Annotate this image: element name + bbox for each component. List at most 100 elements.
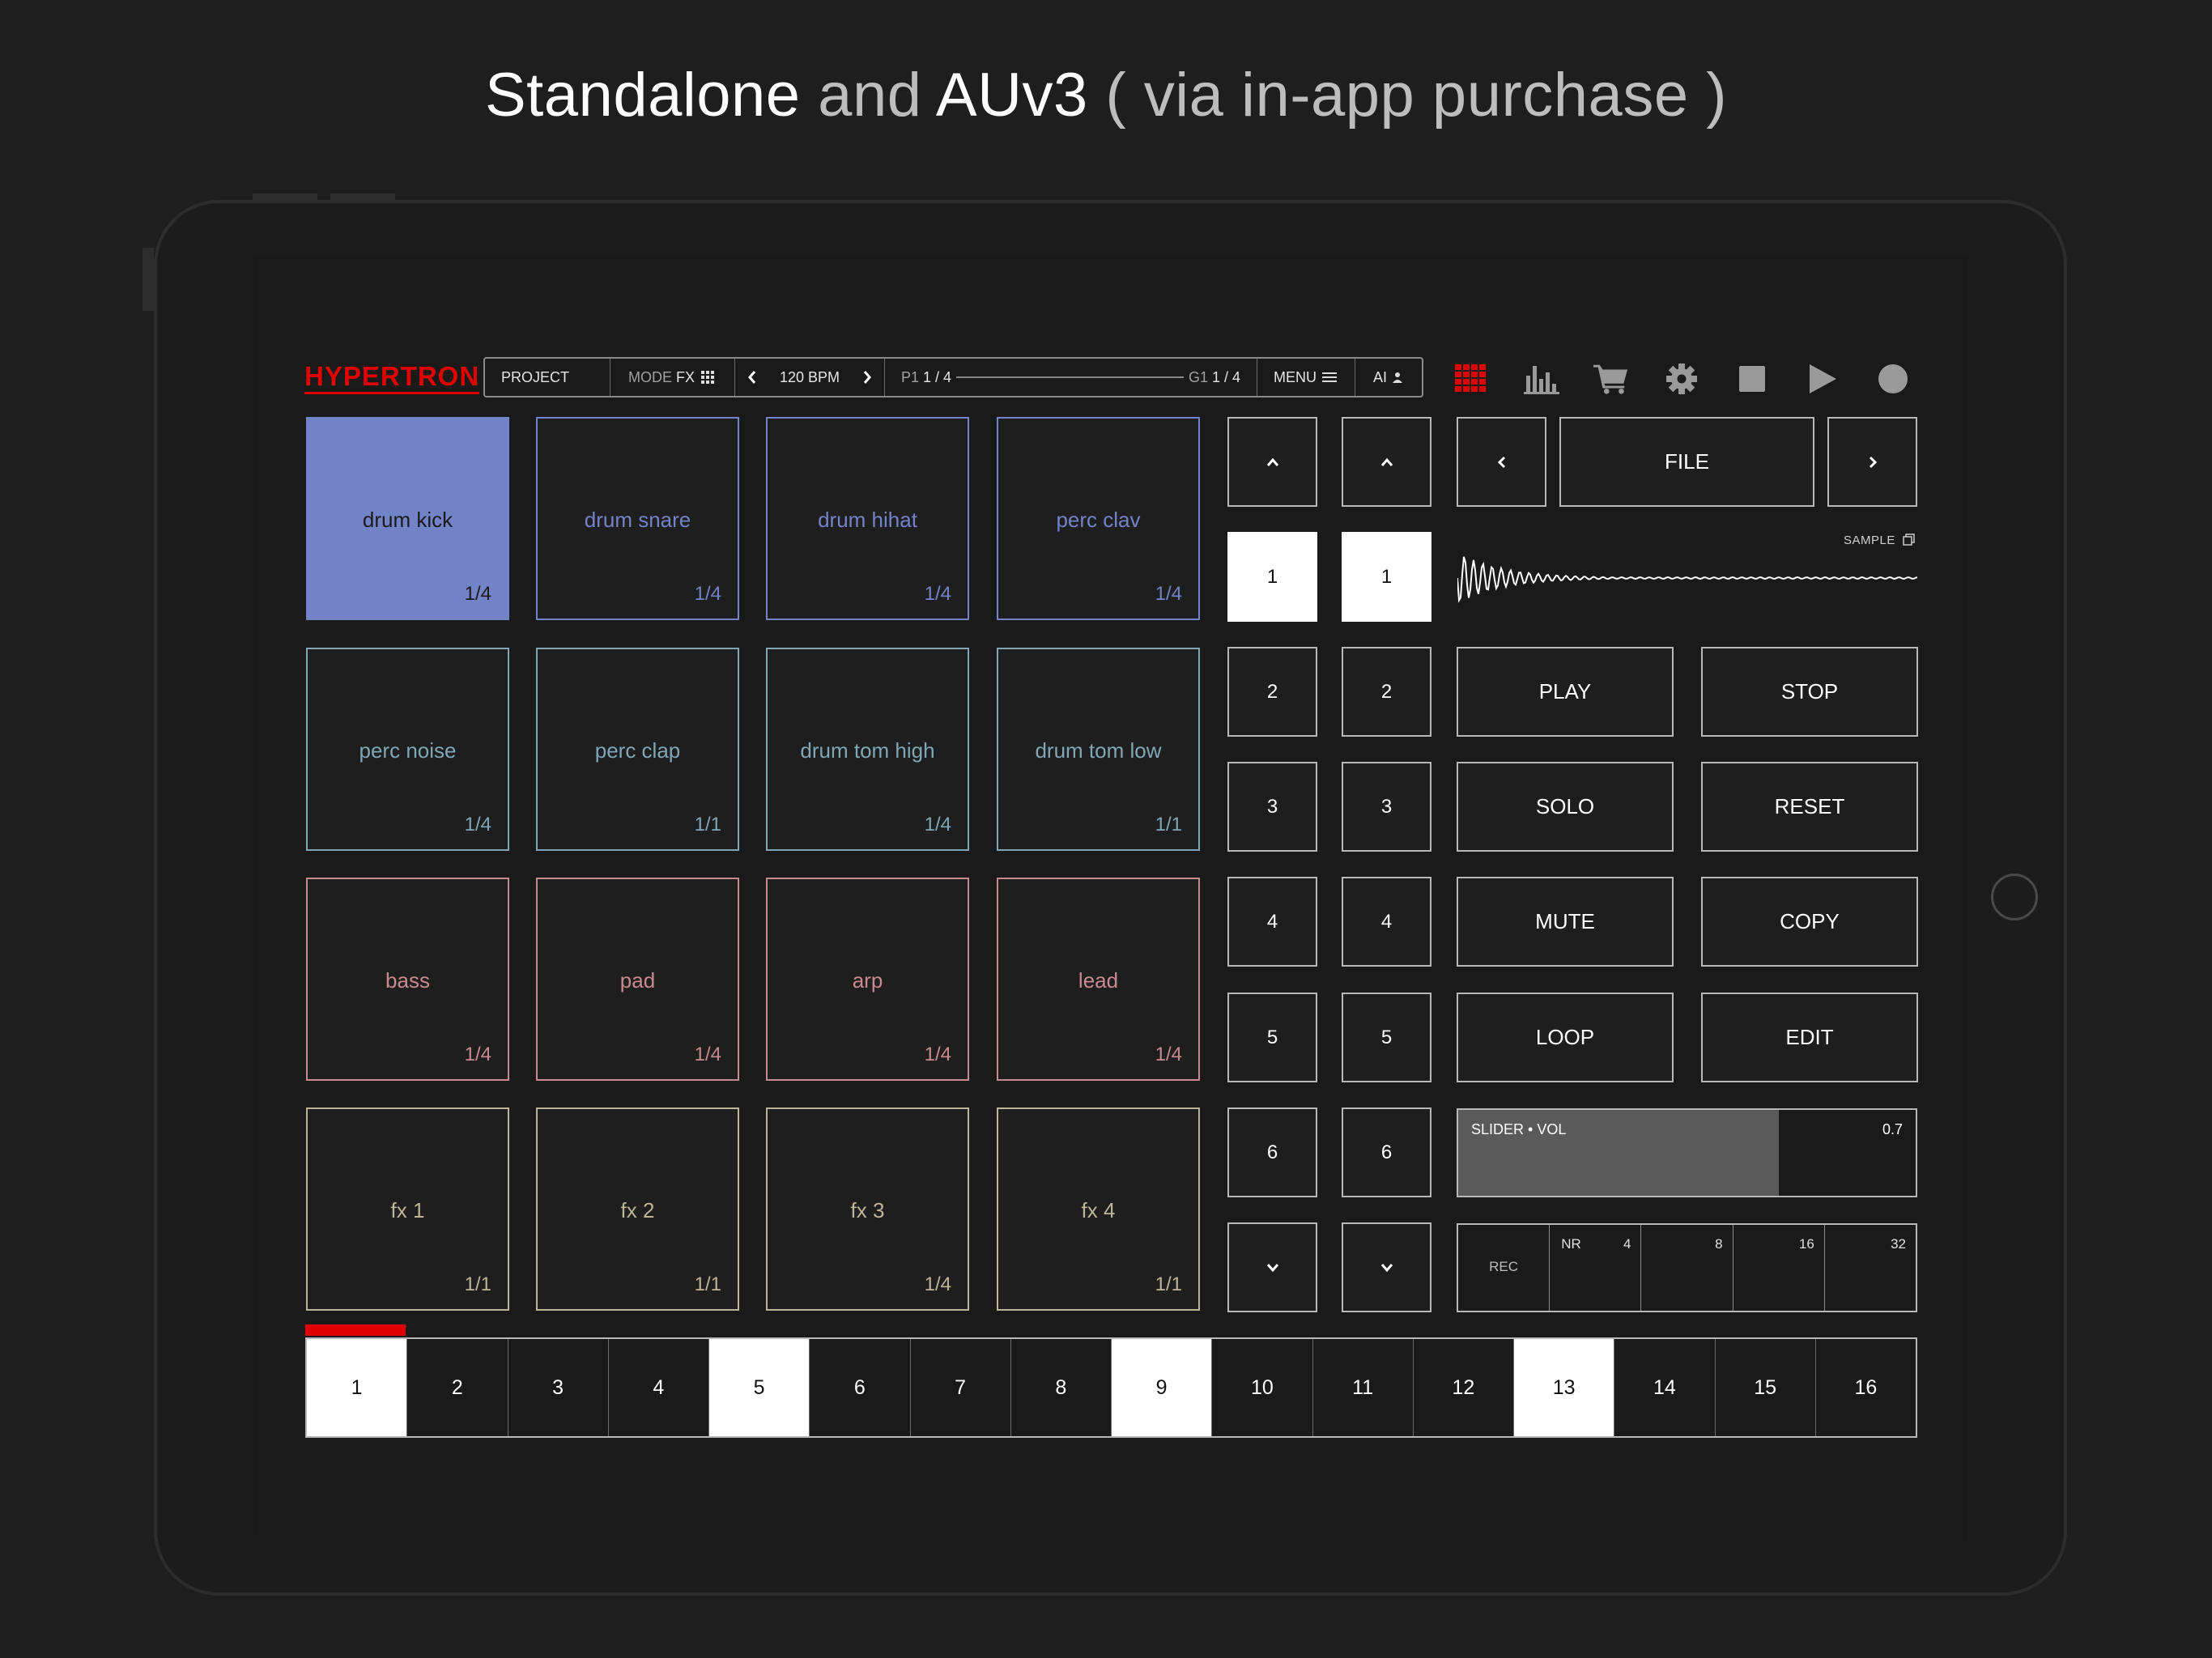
pad[interactable]: fx 2 1/1 bbox=[536, 1107, 739, 1311]
project-button[interactable]: PROJECT bbox=[485, 359, 610, 396]
step-button[interactable]: 13 bbox=[1514, 1339, 1615, 1436]
column-left-number-button[interactable]: 3 bbox=[1227, 762, 1317, 852]
step-button[interactable]: 10 bbox=[1212, 1339, 1313, 1436]
pad[interactable]: perc clav 1/4 bbox=[997, 417, 1200, 620]
mode-button[interactable]: MODE FX bbox=[610, 359, 735, 396]
stop-label: STOP bbox=[1780, 679, 1839, 704]
file-prev-button[interactable] bbox=[1457, 417, 1546, 507]
pad[interactable]: drum kick 1/4 bbox=[306, 417, 509, 620]
chevron-right-icon[interactable] bbox=[861, 369, 873, 385]
pad[interactable]: drum tom high 1/4 bbox=[766, 648, 969, 851]
step-button[interactable]: 2 bbox=[407, 1339, 508, 1436]
pad[interactable]: drum hihat 1/4 bbox=[766, 417, 969, 620]
rec-button[interactable]: REC bbox=[1458, 1225, 1551, 1311]
column-left-number: 1 bbox=[1266, 565, 1278, 588]
column-right-number-button[interactable]: 2 bbox=[1342, 647, 1431, 737]
grid-small-icon bbox=[701, 371, 715, 384]
copy-button[interactable]: COPY bbox=[1701, 877, 1918, 967]
column-left-number: 2 bbox=[1266, 680, 1278, 703]
pattern-track-line bbox=[956, 376, 1184, 378]
record-icon[interactable] bbox=[1875, 361, 1911, 397]
pad[interactable]: fx 3 1/4 bbox=[766, 1107, 969, 1311]
stop-button[interactable]: STOP bbox=[1701, 647, 1918, 737]
column-right-number-button[interactable]: 4 bbox=[1342, 877, 1431, 967]
home-button[interactable] bbox=[1991, 874, 2038, 920]
menu-button[interactable]: MENU bbox=[1257, 359, 1355, 396]
solo-button[interactable]: SOLO bbox=[1457, 762, 1674, 852]
pad-fraction: 1/4 bbox=[1155, 1044, 1182, 1065]
grid-icon[interactable] bbox=[1453, 361, 1489, 397]
pad[interactable]: fx 1 1/1 bbox=[306, 1107, 509, 1311]
rec-option-8[interactable]: 8 bbox=[1641, 1225, 1733, 1311]
bars-chart-icon[interactable] bbox=[1524, 361, 1559, 397]
reset-button[interactable]: RESET bbox=[1701, 762, 1918, 852]
rec-option-4[interactable]: NR 4 bbox=[1550, 1225, 1642, 1311]
gear-icon[interactable] bbox=[1664, 361, 1699, 397]
step-button[interactable]: 11 bbox=[1313, 1339, 1414, 1436]
column-left-number-button[interactable]: 1 bbox=[1227, 532, 1317, 622]
cart-icon[interactable] bbox=[1593, 361, 1629, 397]
pad[interactable]: drum tom low 1/1 bbox=[997, 648, 1200, 851]
volume-slider-label: SLIDER • VOL bbox=[1471, 1121, 1567, 1137]
volume-slider[interactable]: SLIDER • VOL 0.7 bbox=[1457, 1108, 1917, 1197]
edit-button[interactable]: EDIT bbox=[1701, 993, 1918, 1082]
loop-button[interactable]: LOOP bbox=[1457, 993, 1674, 1082]
step-button[interactable]: 1 bbox=[307, 1339, 408, 1436]
step-button[interactable]: 16 bbox=[1816, 1339, 1916, 1436]
column-left-number-button[interactable]: 2 bbox=[1227, 647, 1317, 737]
column-right-number-button[interactable]: 6 bbox=[1342, 1107, 1431, 1197]
play-icon[interactable] bbox=[1805, 361, 1840, 397]
column-right-number: 3 bbox=[1380, 795, 1393, 818]
play-button[interactable]: PLAY bbox=[1457, 647, 1674, 737]
group-label: G1 bbox=[1188, 368, 1208, 385]
pad-name: perc clav bbox=[1056, 508, 1141, 532]
chevron-left-icon[interactable] bbox=[747, 369, 758, 385]
ai-button[interactable]: AI bbox=[1355, 359, 1422, 396]
headline-auv3: AUv3 bbox=[935, 61, 1088, 130]
step-button[interactable]: 12 bbox=[1414, 1339, 1514, 1436]
step-button[interactable]: 3 bbox=[508, 1339, 609, 1436]
step-button[interactable]: 15 bbox=[1716, 1339, 1816, 1436]
file-next-button[interactable] bbox=[1827, 417, 1917, 507]
pattern-position[interactable]: P1 1 / 4 G1 1 / 4 bbox=[885, 359, 1257, 396]
column-right-number-button[interactable]: 3 bbox=[1342, 762, 1431, 852]
rec-option-32[interactable]: 32 bbox=[1825, 1225, 1916, 1311]
bpm-value: 120 BPM bbox=[779, 368, 840, 385]
pad[interactable]: arp 1/4 bbox=[766, 878, 969, 1081]
column-left-number-button[interactable]: 4 bbox=[1227, 877, 1317, 967]
rec-option-16[interactable]: 16 bbox=[1733, 1225, 1825, 1311]
stop-icon[interactable] bbox=[1734, 361, 1770, 397]
step-button[interactable]: 5 bbox=[709, 1339, 810, 1436]
pad-name: fx 3 bbox=[850, 1198, 885, 1222]
pad-name: lead bbox=[1078, 968, 1119, 993]
column-right-number-button[interactable]: 1 bbox=[1342, 532, 1431, 622]
step-button[interactable]: 7 bbox=[911, 1339, 1011, 1436]
column-right-up-button[interactable] bbox=[1342, 417, 1431, 507]
step-button[interactable]: 8 bbox=[1011, 1339, 1112, 1436]
column-right-number-button[interactable]: 5 bbox=[1342, 993, 1431, 1082]
column-left-down-button[interactable] bbox=[1227, 1222, 1317, 1312]
pad-fraction: 1/4 bbox=[464, 583, 491, 605]
column-right-down-button[interactable] bbox=[1342, 1222, 1431, 1312]
step-button[interactable]: 14 bbox=[1614, 1339, 1716, 1436]
pad-fraction: 1/4 bbox=[694, 1044, 721, 1065]
step-button[interactable]: 6 bbox=[810, 1339, 911, 1436]
file-button[interactable]: FILE bbox=[1559, 417, 1814, 507]
pad[interactable]: drum snare 1/4 bbox=[536, 417, 739, 620]
column-left-number-button[interactable]: 6 bbox=[1227, 1107, 1317, 1197]
pad[interactable]: lead 1/4 bbox=[997, 878, 1200, 1081]
bpm-control: 120 BPM bbox=[735, 359, 885, 396]
mute-button[interactable]: MUTE bbox=[1457, 877, 1674, 967]
pad[interactable]: bass 1/4 bbox=[306, 878, 509, 1081]
pad[interactable]: fx 4 1/1 bbox=[997, 1107, 1200, 1311]
column-left-number-button[interactable]: 5 bbox=[1227, 993, 1317, 1082]
sample-toggle[interactable]: SAMPLE bbox=[1844, 534, 1915, 547]
column-left-up-button[interactable] bbox=[1227, 417, 1317, 507]
pad[interactable]: perc noise 1/4 bbox=[306, 648, 509, 851]
rec-option-value: 16 bbox=[1798, 1236, 1814, 1252]
pad[interactable]: perc clap 1/1 bbox=[536, 648, 739, 851]
copy-label: COPY bbox=[1780, 909, 1840, 933]
pad[interactable]: pad 1/4 bbox=[536, 878, 739, 1081]
step-button[interactable]: 4 bbox=[609, 1339, 709, 1436]
step-button[interactable]: 9 bbox=[1112, 1339, 1213, 1436]
